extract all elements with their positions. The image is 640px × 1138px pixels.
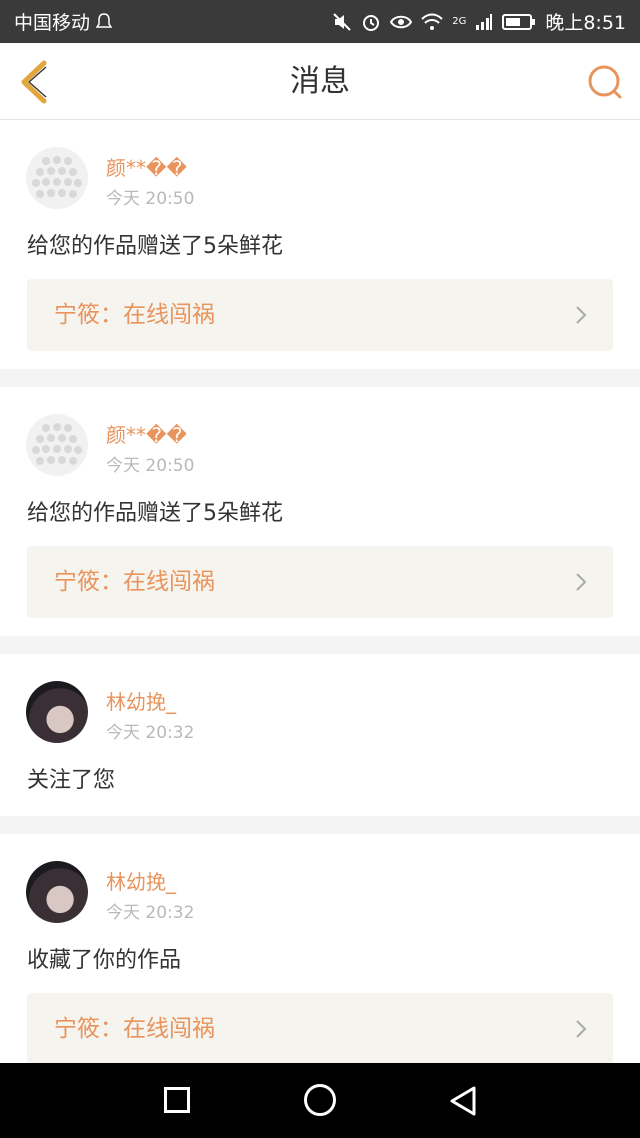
username[interactable]: 颜**�� [106, 419, 187, 448]
avatar[interactable] [26, 861, 88, 923]
avatar-image [32, 423, 82, 465]
username[interactable]: 林幼挽_ [106, 686, 176, 715]
work-link[interactable]: 宁筱：在线闯祸 [27, 993, 613, 1065]
alarm-icon [363, 14, 380, 31]
mute-icon [333, 12, 351, 31]
eye-icon [390, 15, 413, 28]
work-link[interactable]: 宁筱：在线闯祸 [27, 546, 613, 618]
timestamp: 今天 20:50 [106, 456, 195, 476]
system-back-button[interactable] [448, 1085, 478, 1117]
username[interactable]: 林幼挽_ [106, 866, 176, 895]
signal-icon [476, 13, 493, 30]
battery-icon [502, 13, 536, 30]
notification-message: 给您的作品赠送了5朵鲜花 [27, 501, 283, 526]
avatar[interactable] [26, 147, 88, 209]
work-title: 宁筱：在线闯祸 [54, 302, 215, 328]
bell-icon [96, 12, 113, 28]
card-header: 林幼挽_ 今天 20:32 [0, 834, 640, 924]
carrier-label: 中国移动 [14, 12, 91, 34]
status-bar: 中国移动 2G 晚上8:51 [0, 0, 640, 43]
card-header: 颜**�� 今天 20:50 [0, 387, 640, 477]
card-header: 颜**�� 今天 20:50 [0, 120, 640, 210]
wifi-icon [421, 13, 443, 30]
avatar[interactable] [26, 681, 88, 743]
search-button[interactable] [586, 63, 624, 101]
recent-apps-button[interactable] [164, 1087, 190, 1113]
username[interactable]: 颜**�� [106, 152, 187, 181]
status-left: 中国移动 [14, 8, 113, 35]
page-title: 消息 [290, 64, 350, 99]
notification-message: 关注了您 [27, 768, 116, 793]
network-label: 2G [452, 16, 467, 27]
avatar-image [32, 156, 82, 198]
timestamp: 今天 20:32 [106, 903, 195, 923]
notification-card: 林幼挽_ 今天 20:32 收藏了你的作品 宁筱：在线闯祸 [0, 834, 640, 1083]
notification-message: 给您的作品赠送了5朵鲜花 [27, 234, 283, 259]
chevron-right-icon [576, 306, 587, 324]
chevron-right-icon [576, 573, 587, 591]
header-bar: 消息 [0, 43, 640, 120]
chevron-right-icon [576, 1020, 587, 1038]
status-right: 2G 晚上8:51 [332, 8, 626, 35]
notification-card: 林幼挽_ 今天 20:32 关注了您 [0, 654, 640, 816]
system-nav-bar [0, 1063, 640, 1138]
notification-feed: 颜**�� 今天 20:50 给您的作品赠送了5朵鲜花 宁筱：在线闯祸 颜**�… [0, 120, 640, 1083]
work-title: 宁筱：在线闯祸 [54, 569, 215, 595]
search-icon [588, 65, 622, 99]
card-header: 林幼挽_ 今天 20:32 [0, 654, 640, 744]
work-link[interactable]: 宁筱：在线闯祸 [27, 279, 613, 351]
timestamp: 今天 20:32 [106, 723, 195, 743]
notification-card: 颜**�� 今天 20:50 给您的作品赠送了5朵鲜花 宁筱：在线闯祸 [0, 120, 640, 369]
avatar[interactable] [26, 414, 88, 476]
status-time: 晚上8:51 [545, 12, 626, 34]
notification-card: 颜**�� 今天 20:50 给您的作品赠送了5朵鲜花 宁筱：在线闯祸 [0, 387, 640, 636]
timestamp: 今天 20:50 [106, 189, 195, 209]
home-button[interactable] [304, 1084, 336, 1116]
notification-message: 收藏了你的作品 [27, 948, 182, 973]
work-title: 宁筱：在线闯祸 [54, 1016, 215, 1042]
